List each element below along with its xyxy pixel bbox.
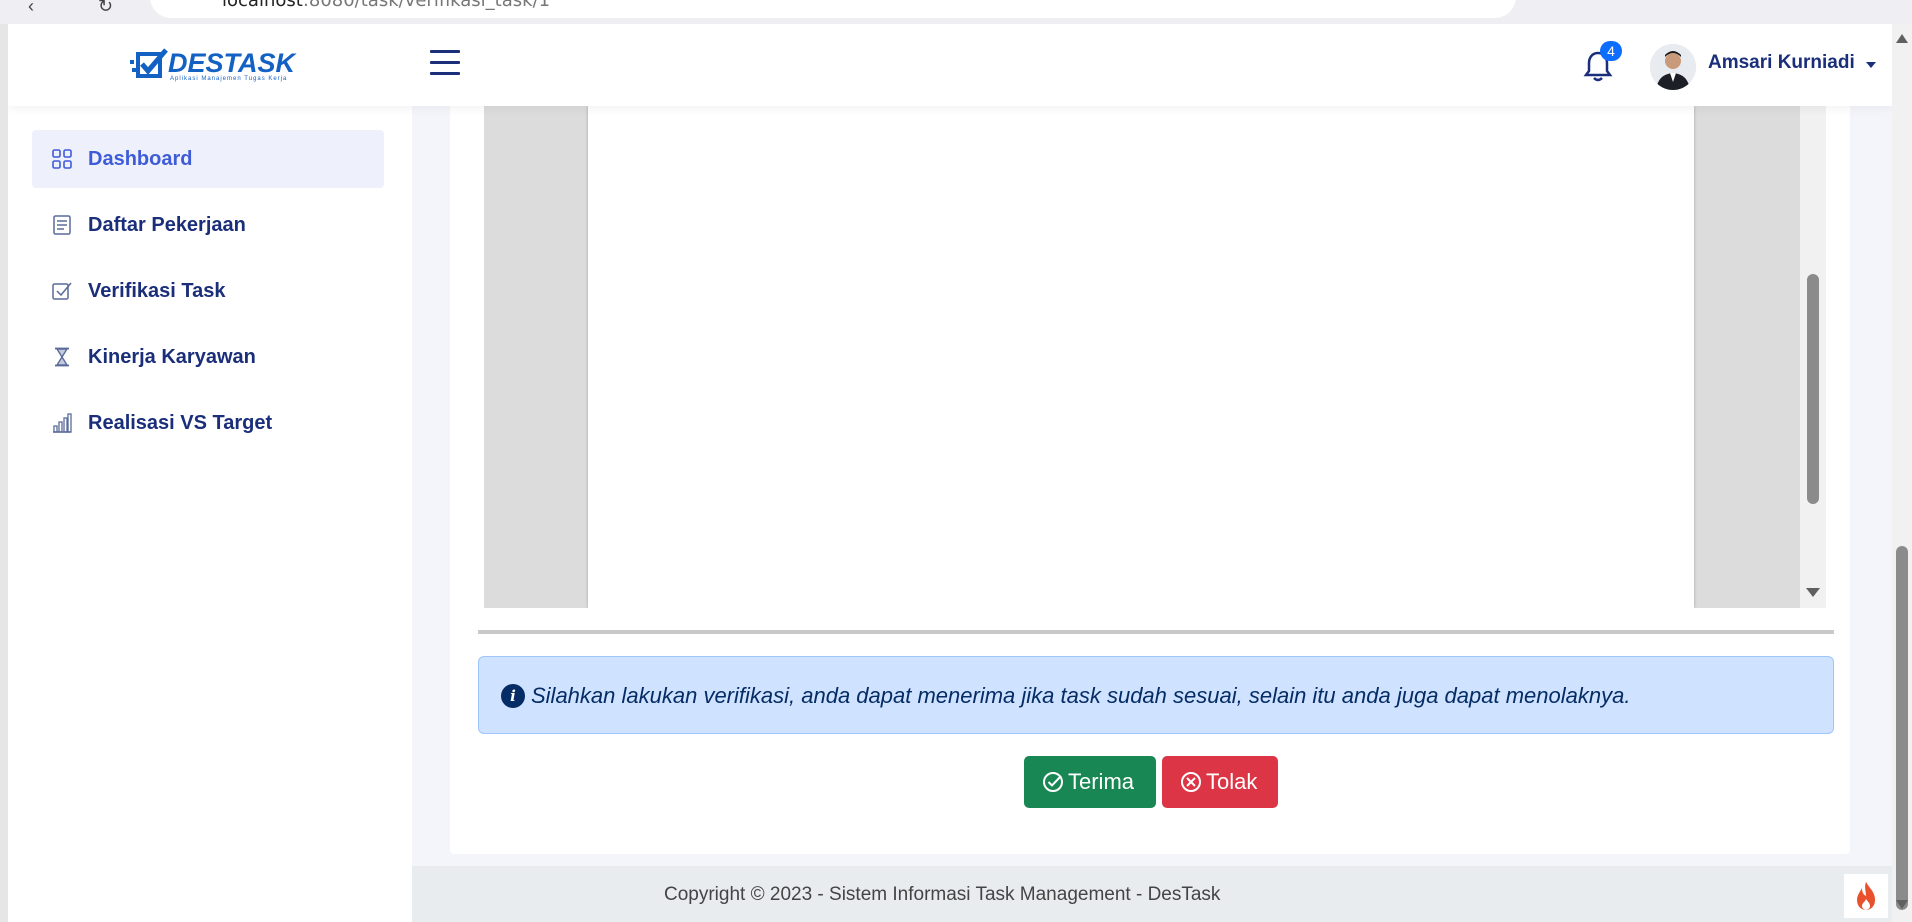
- sidebar-item-label: Kinerja Karyawan: [88, 346, 256, 368]
- hamburger-line: [430, 61, 460, 64]
- check-circle-icon: [1043, 772, 1063, 792]
- sidebar-item-label: Dashboard: [88, 148, 193, 170]
- info-alert: i Silahkan lakukan verifikasi, anda dapa…: [478, 656, 1834, 734]
- page-scrollbar[interactable]: [1892, 24, 1912, 922]
- sidebar-item-kinerja-karyawan[interactable]: Kinerja Karyawan: [32, 328, 384, 386]
- bar-chart-icon: [53, 413, 72, 433]
- chevron-down-icon[interactable]: [1866, 62, 1876, 68]
- logo-tagline: Aplikasi Manajemen Tugas Kerja: [170, 76, 288, 82]
- accept-button[interactable]: Terima: [1024, 756, 1156, 808]
- sidebar-item-realisasi-vs-target[interactable]: Realisasi VS Target: [32, 394, 384, 452]
- browser-toolbar: ‹ ↻ localhost:8080/task/verifikasi_task/…: [0, 0, 1912, 24]
- scroll-up-arrow-icon[interactable]: [1896, 34, 1908, 43]
- logo-wordmark: DESTASK: [168, 48, 296, 78]
- sidebar: Dashboard Daftar Pekerjaan Verifikasi Ta…: [8, 106, 412, 922]
- info-icon: i: [501, 684, 525, 708]
- destask-logo[interactable]: DESTASK Aplikasi Manajemen Tugas Kerja: [130, 46, 295, 86]
- scroll-down-arrow-icon[interactable]: [1896, 900, 1908, 909]
- pdf-scrollbar-thumb[interactable]: [1807, 274, 1819, 504]
- sidebar-item-label: Daftar Pekerjaan: [88, 214, 246, 236]
- x-circle-icon: [1181, 772, 1201, 792]
- menu-toggle-button[interactable]: [430, 50, 462, 78]
- alert-message: Silahkan lakukan verifikasi, anda dapat …: [531, 683, 1631, 708]
- reload-icon[interactable]: ↻: [98, 0, 113, 17]
- copyright-text: Copyright © 2023 - Sistem Informasi Task…: [664, 884, 1221, 905]
- divider: [478, 630, 1834, 634]
- logo-check-icon: [130, 48, 168, 78]
- sidebar-item-dashboard[interactable]: Dashboard: [32, 130, 384, 188]
- url-text[interactable]: localhost:8080/task/verifikasi_task/1: [222, 0, 550, 11]
- app-window: DESTASK Aplikasi Manajemen Tugas Kerja 4: [8, 24, 1892, 922]
- check-square-icon: [52, 282, 72, 300]
- reject-button-label: Tolak: [1206, 769, 1258, 794]
- reject-button[interactable]: Tolak: [1162, 756, 1278, 808]
- top-navbar: DESTASK Aplikasi Manajemen Tugas Kerja 4: [8, 24, 1892, 106]
- grid-icon: [52, 149, 72, 169]
- sidebar-item-label: Realisasi VS Target: [88, 412, 273, 434]
- user-avatar[interactable]: [1650, 44, 1696, 90]
- scroll-down-arrow-icon[interactable]: [1806, 588, 1820, 597]
- page-scrollbar-thumb[interactable]: [1896, 546, 1908, 910]
- accept-button-label: Terima: [1068, 769, 1135, 794]
- sidebar-item-verifikasi-task[interactable]: Verifikasi Task: [32, 262, 384, 320]
- hamburger-line: [430, 50, 460, 53]
- sidebar-item-daftar-pekerjaan[interactable]: Daftar Pekerjaan: [32, 196, 384, 254]
- sidebar-item-label: Verifikasi Task: [88, 280, 226, 302]
- flame-icon[interactable]: [1844, 874, 1888, 918]
- footer: Copyright © 2023 - Sistem Informasi Task…: [412, 866, 1892, 922]
- user-name-label[interactable]: Amsari Kurniadi: [1708, 52, 1855, 74]
- hourglass-icon: [55, 347, 69, 367]
- pdf-viewer[interactable]: [484, 106, 1826, 608]
- pdf-page: [588, 106, 1694, 608]
- notification-count-badge[interactable]: 4: [1600, 41, 1622, 61]
- back-icon[interactable]: ‹: [28, 0, 34, 17]
- hamburger-line: [430, 72, 460, 75]
- list-icon: [53, 215, 71, 235]
